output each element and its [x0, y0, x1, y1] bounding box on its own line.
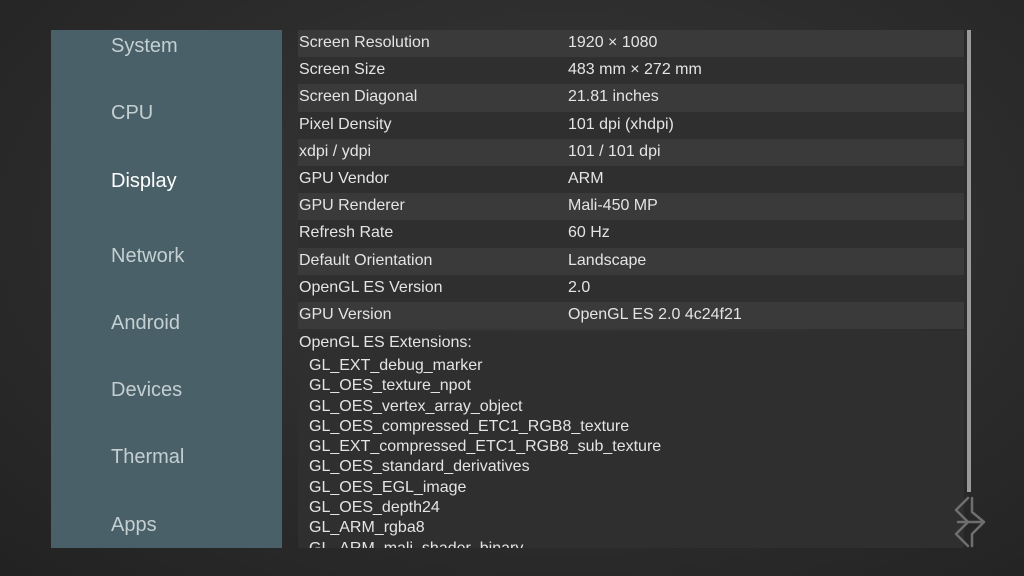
sidebar-item-cpu[interactable]: CPU	[111, 102, 153, 125]
info-row-screen-resolution: Screen Resolution 1920 × 1080	[298, 30, 964, 58]
extension-item: GL_ARM_mali_shader_binary	[309, 540, 661, 548]
row-label: Screen Resolution	[299, 34, 430, 51]
extension-item: GL_EXT_compressed_ETC1_RGB8_sub_texture	[309, 438, 662, 456]
logo-watermark-icon-svg	[954, 496, 986, 548]
row-label: xdpi / ydpi	[299, 142, 372, 160]
row-label: Refresh Rate	[299, 224, 394, 242]
row-value: 2.0	[568, 278, 591, 296]
sidebar-item-android[interactable]: Android	[111, 312, 180, 335]
row-value: 21.81 inches	[568, 88, 659, 106]
sidebar-item-thermal[interactable]: Thermal	[111, 446, 184, 469]
row-label: OpenGL ES Version	[299, 278, 443, 296]
sidebar-item-display[interactable]: Display	[111, 170, 177, 193]
info-row-screen-diagonal: Screen Diagonal 21.81 inches	[298, 84, 964, 112]
extension-item: GL_OES_compressed_ETC1_RGB8_texture	[309, 417, 630, 435]
scrollbar[interactable]	[967, 30, 971, 492]
row-label: Screen Diagonal	[299, 88, 418, 106]
info-row-opengl-es-version: OpenGL ES Version 2.0	[298, 274, 964, 302]
app-screen: System CPU Display Network Android Devic…	[0, 0, 1024, 576]
info-row-refresh-rate: Refresh Rate 60 Hz	[298, 220, 964, 248]
sidebar-item-system[interactable]: System	[111, 35, 178, 58]
row-value: 101 / 101 dpi	[568, 142, 661, 160]
extension-item: GL_EXT_debug_marker	[309, 357, 483, 374]
info-table: Screen Resolution 1920 × 1080 Screen Siz…	[298, 30, 964, 330]
row-label: GPU Version	[299, 305, 392, 323]
row-value: 60 Hz	[568, 224, 610, 242]
extension-item: GL_ARM_rgba8	[309, 519, 425, 537]
info-row-gpu-renderer: GPU Renderer Mali-450 MP	[298, 193, 964, 221]
sidebar-item-devices[interactable]: Devices	[111, 379, 182, 402]
info-row-gpu-version: GPU Version OpenGL ES 2.0 4c24f21	[298, 301, 964, 330]
extension-item: GL_OES_EGL_image	[309, 478, 467, 496]
extension-item: GL_OES_standard_derivatives	[309, 458, 530, 476]
opengl-extensions-section: OpenGL ES Extensions: GL_EXT_debug_marke…	[298, 331, 964, 548]
sidebar: System CPU Display Network Android Devic…	[51, 30, 282, 548]
logo-watermark-icon	[950, 494, 990, 550]
info-row-pixel-density: Pixel Density 101 dpi (xhdpi)	[298, 111, 964, 139]
row-label: GPU Vendor	[299, 169, 389, 187]
row-value: ARM	[568, 169, 604, 187]
row-value: 483 mm × 272 mm	[568, 61, 702, 79]
sidebar-item-apps[interactable]: Apps	[111, 514, 157, 537]
row-label: Screen Size	[299, 61, 386, 79]
extension-item: GL_OES_depth24	[309, 499, 440, 517]
extension-item: GL_OES_vertex_array_object	[309, 397, 523, 415]
row-value: Landscape	[568, 251, 647, 269]
info-row-gpu-vendor: GPU Vendor ARM	[298, 165, 964, 194]
row-value: 101 dpi (xhdpi)	[568, 115, 674, 133]
sidebar-item-network[interactable]: Network	[111, 245, 184, 268]
row-value: OpenGL ES 2.0 4c24f21	[568, 305, 742, 323]
extensions-title: OpenGL ES Extensions:	[299, 334, 472, 351]
extension-item: GL_OES_texture_npot	[309, 377, 471, 395]
row-value: Mali-450 MP	[568, 197, 658, 215]
display-info-panel[interactable]: Screen Resolution 1920 × 1080 Screen Siz…	[298, 30, 971, 548]
row-label: Default Orientation	[299, 251, 433, 269]
info-row-default-orientation: Default Orientation Landscape	[298, 247, 964, 275]
info-row-xdpi-ydpi: xdpi / ydpi 101 / 101 dpi	[298, 138, 964, 166]
row-label: Pixel Density	[299, 115, 392, 133]
row-label: GPU Renderer	[299, 197, 405, 215]
info-row-screen-size: Screen Size 483 mm × 272 mm	[298, 57, 964, 85]
row-value: 1920 × 1080	[568, 34, 658, 51]
extensions-list: GL_EXT_debug_marker GL_OES_texture_npot …	[309, 357, 661, 548]
